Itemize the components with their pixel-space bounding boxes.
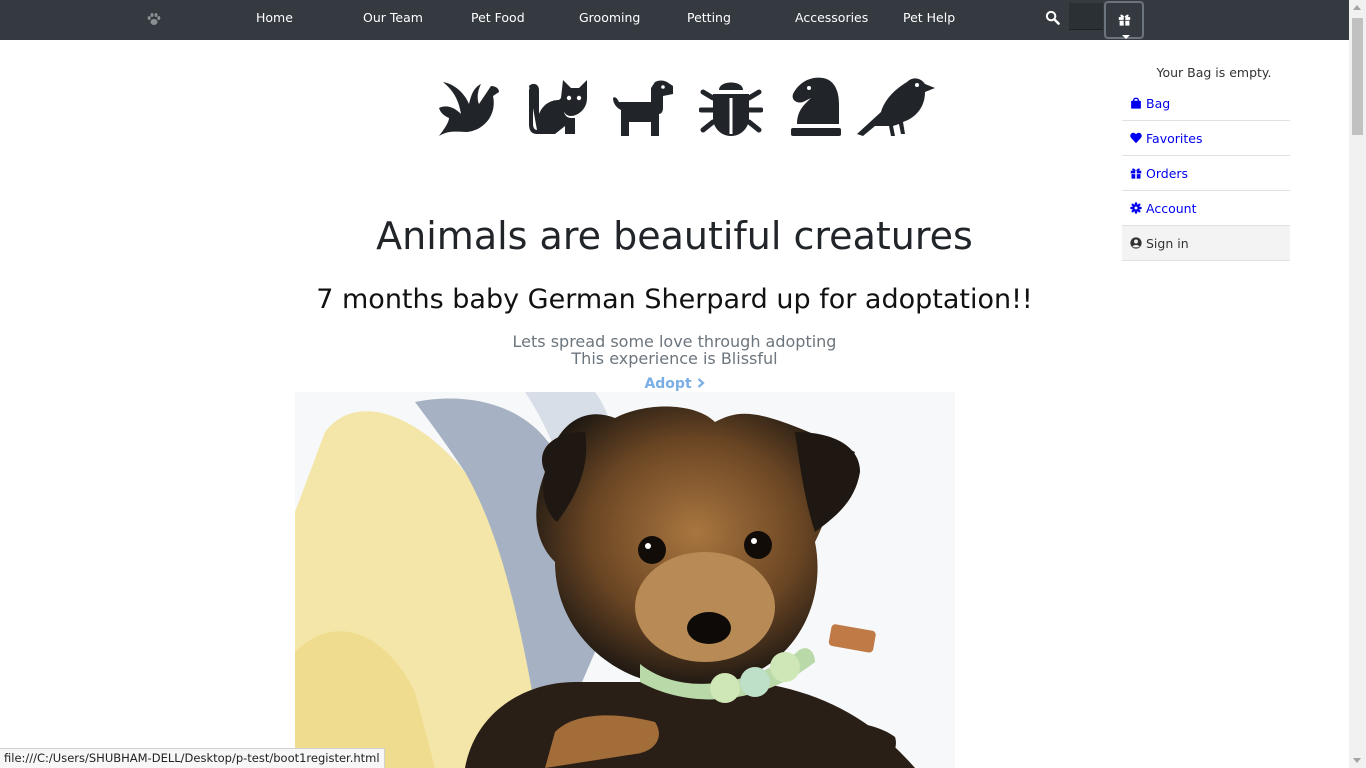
menu-item-sign-in[interactable]: Sign in [1122, 226, 1290, 261]
dove-icon [439, 82, 499, 136]
animal-icons-row [437, 74, 937, 140]
gift-icon [1130, 168, 1142, 179]
nav-accessories[interactable]: Accessories [795, 10, 868, 25]
bag-dropdown-button[interactable] [1104, 1, 1144, 39]
adopt-link[interactable]: Adopt [0, 376, 1349, 392]
nav-pet-help[interactable]: Pet Help [903, 10, 955, 25]
lead-line-2: This experience is Blissful [571, 349, 778, 368]
caret-down-icon [1122, 35, 1130, 39]
page-subtitle: 7 months baby German Sherpard up for ado… [316, 284, 1033, 315]
user-circle-icon [1130, 237, 1142, 249]
menu-item-label: Favorites [1146, 130, 1203, 146]
nav-grooming[interactable]: Grooming [579, 10, 640, 25]
search-input[interactable] [1069, 3, 1103, 30]
lead-line-1: Lets spread some love through adopting [512, 332, 837, 351]
menu-item-label: Orders [1146, 165, 1189, 181]
menu-item-bag[interactable]: Bag [1122, 86, 1290, 121]
crow-icon [857, 78, 935, 136]
puppy-illustration [295, 392, 955, 768]
scroll-up-arrow-icon[interactable] [1353, 5, 1361, 10]
chess-knight-icon [791, 77, 841, 136]
menu-item-label: Bag [1146, 95, 1171, 111]
cat-icon [529, 80, 587, 134]
menu-item-favorites[interactable]: Favorites [1122, 121, 1290, 156]
nav-our-team[interactable]: Our Team [363, 10, 423, 25]
heart-icon [1130, 132, 1142, 144]
nav-home[interactable]: Home [256, 10, 293, 25]
dog-icon [613, 80, 673, 136]
scroll-thumb[interactable] [1352, 18, 1363, 135]
menu-item-label: Sign in [1146, 235, 1189, 251]
menu-item-account[interactable]: Account [1122, 191, 1290, 226]
paw-icon[interactable] [146, 11, 162, 27]
lead-text: Lets spread some love through adopting T… [0, 333, 1349, 367]
bug-icon [699, 82, 763, 136]
bag-empty-text: Your Bag is empty. [1156, 65, 1272, 80]
chevron-right-icon [697, 378, 705, 388]
cog-icon [1130, 202, 1142, 214]
gift-icon [1118, 14, 1131, 26]
top-navbar: Home Our Team Pet Food Grooming Petting … [0, 0, 1349, 40]
scroll-down-arrow-icon[interactable] [1353, 758, 1361, 763]
search-icon[interactable] [1045, 10, 1060, 25]
page-scrollbar[interactable] [1349, 0, 1366, 768]
shopping-bag-icon [1131, 97, 1141, 109]
browser-status-bar: file:///C:/Users/SHUBHAM-DELL/Desktop/p-… [0, 748, 385, 768]
adopt-label: Adopt [644, 376, 692, 392]
hero-puppy-image [295, 392, 955, 768]
nav-petting[interactable]: Petting [687, 10, 731, 25]
menu-item-label: Account [1146, 200, 1197, 216]
nav-pet-food[interactable]: Pet Food [471, 10, 525, 25]
menu-item-orders[interactable]: Orders [1122, 156, 1290, 191]
bag-dropdown-panel: Your Bag is empty. Bag Favorites Orders [1122, 60, 1290, 261]
